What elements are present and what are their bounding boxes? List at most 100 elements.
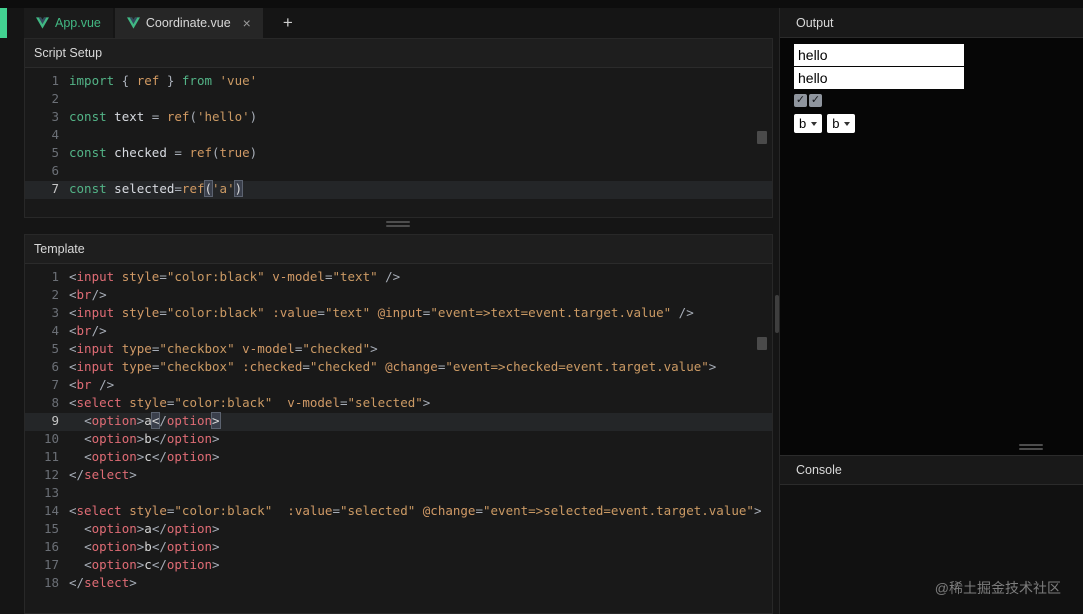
code-token: = [302,359,310,374]
code-token: </ [152,431,167,446]
output-checkboxes: ✓✓ [794,94,1083,107]
code-token: style [122,269,160,284]
code-token: b [144,539,152,554]
code-token: v-model [272,269,325,284]
code-token: @change [385,359,438,374]
code-line: 9 <option>a</option> [25,413,772,431]
output-text-input[interactable] [794,44,964,66]
code-token: > [212,431,220,446]
output-checkbox[interactable]: ✓ [794,94,807,107]
output-panel-title: Output [796,16,834,30]
line-number: 14 [25,503,69,518]
code-token: option [167,431,212,446]
line-number: 7 [25,181,69,196]
line-number: 7 [25,377,69,392]
output-select[interactable]: b [827,114,855,133]
code-token: option [167,557,212,572]
close-icon[interactable]: × [243,16,251,30]
code-token: ref [137,73,160,88]
code-token: @input [378,305,423,320]
script-code-editor[interactable]: 1import { ref } from 'vue'23const text =… [25,68,772,199]
code-token: = [174,181,182,196]
code-token: select [84,467,129,482]
code-token: ( [212,145,220,160]
code-token: "text" [332,269,377,284]
code-token: ( [205,181,213,196]
tab-coordinate-vue[interactable]: Coordinate.vue × [115,8,263,38]
line-number: 2 [25,91,69,106]
code-line: 1import { ref } from 'vue' [25,73,772,91]
code-token: "color:black" [167,305,265,320]
scroll-marker [757,131,767,144]
line-number: 5 [25,145,69,160]
code-token [415,503,423,518]
line-number: 12 [25,467,69,482]
code-line: 4<br/> [25,323,772,341]
editor-split-handle[interactable] [386,221,410,227]
script-panel-title: Script Setup [34,46,102,60]
code-token: < [84,539,92,554]
code-line: 6<input type="checkbox" :checked="checke… [25,359,772,377]
scroll-marker [757,337,767,350]
code-line: 5<input type="checkbox" v-model="checked… [25,341,772,359]
code-token [69,539,84,554]
code-line: 7<br /> [25,377,772,395]
console-panel-header: Console [780,455,1083,485]
code-token: text [114,109,144,124]
line-number: 9 [25,413,69,428]
code-token: br [77,323,92,338]
code-token: } [159,73,182,88]
output-preview: ✓✓ bb [780,38,1083,455]
code-line: 8<select style="color:black" v-model="se… [25,395,772,413]
code-token: ref [167,109,190,124]
code-token: "color:black" [174,395,272,410]
code-token: option [92,449,137,464]
template-code-editor[interactable]: 1<input style="color:black" v-model="tex… [25,264,772,593]
code-token: /> [671,305,694,320]
code-token: "selected" [340,503,415,518]
code-token: br [77,377,92,392]
code-line: 14<select style="color:black" :value="se… [25,503,772,521]
code-line: 7const selected=ref('a') [25,181,772,199]
line-number: 5 [25,341,69,356]
code-token: > [212,413,220,428]
tab-label: App.vue [55,16,101,30]
output-text-input[interactable] [794,67,964,89]
code-token: > [212,539,220,554]
code-token: "checkbox" [159,341,234,356]
line-number: 13 [25,485,69,500]
code-token: < [69,359,77,374]
code-token: </ [152,557,167,572]
code-token: a [144,413,152,428]
output-checkbox[interactable]: ✓ [809,94,822,107]
code-token: < [84,413,92,428]
code-token: 'vue' [220,73,258,88]
code-token: "event=>checked=event.target.value" [445,359,708,374]
code-token: v-model [242,341,295,356]
code-line: 11 <option>c</option> [25,449,772,467]
code-token [114,359,122,374]
code-token: < [84,521,92,536]
code-line: 2 [25,91,772,109]
code-token: < [84,431,92,446]
code-token: a [144,521,152,536]
line-number: 3 [25,305,69,320]
code-token: option [92,431,137,446]
code-token: </ [152,521,167,536]
code-token: /> [92,377,115,392]
line-number: 8 [25,395,69,410]
add-tab-button[interactable]: + [283,8,293,38]
code-token: select [77,503,122,518]
tab-app-vue[interactable]: App.vue [24,8,113,38]
select-value: b [832,116,839,131]
code-token: /> [378,269,401,284]
output-split-handle[interactable] [1019,444,1043,450]
code-token: = [159,305,167,320]
code-line: 2<br/> [25,287,772,305]
output-select[interactable]: b [794,114,822,133]
code-token: style [129,503,167,518]
line-number: 1 [25,269,69,284]
code-token: < [84,449,92,464]
code-line: 13 [25,485,772,503]
code-token: / [159,413,167,428]
